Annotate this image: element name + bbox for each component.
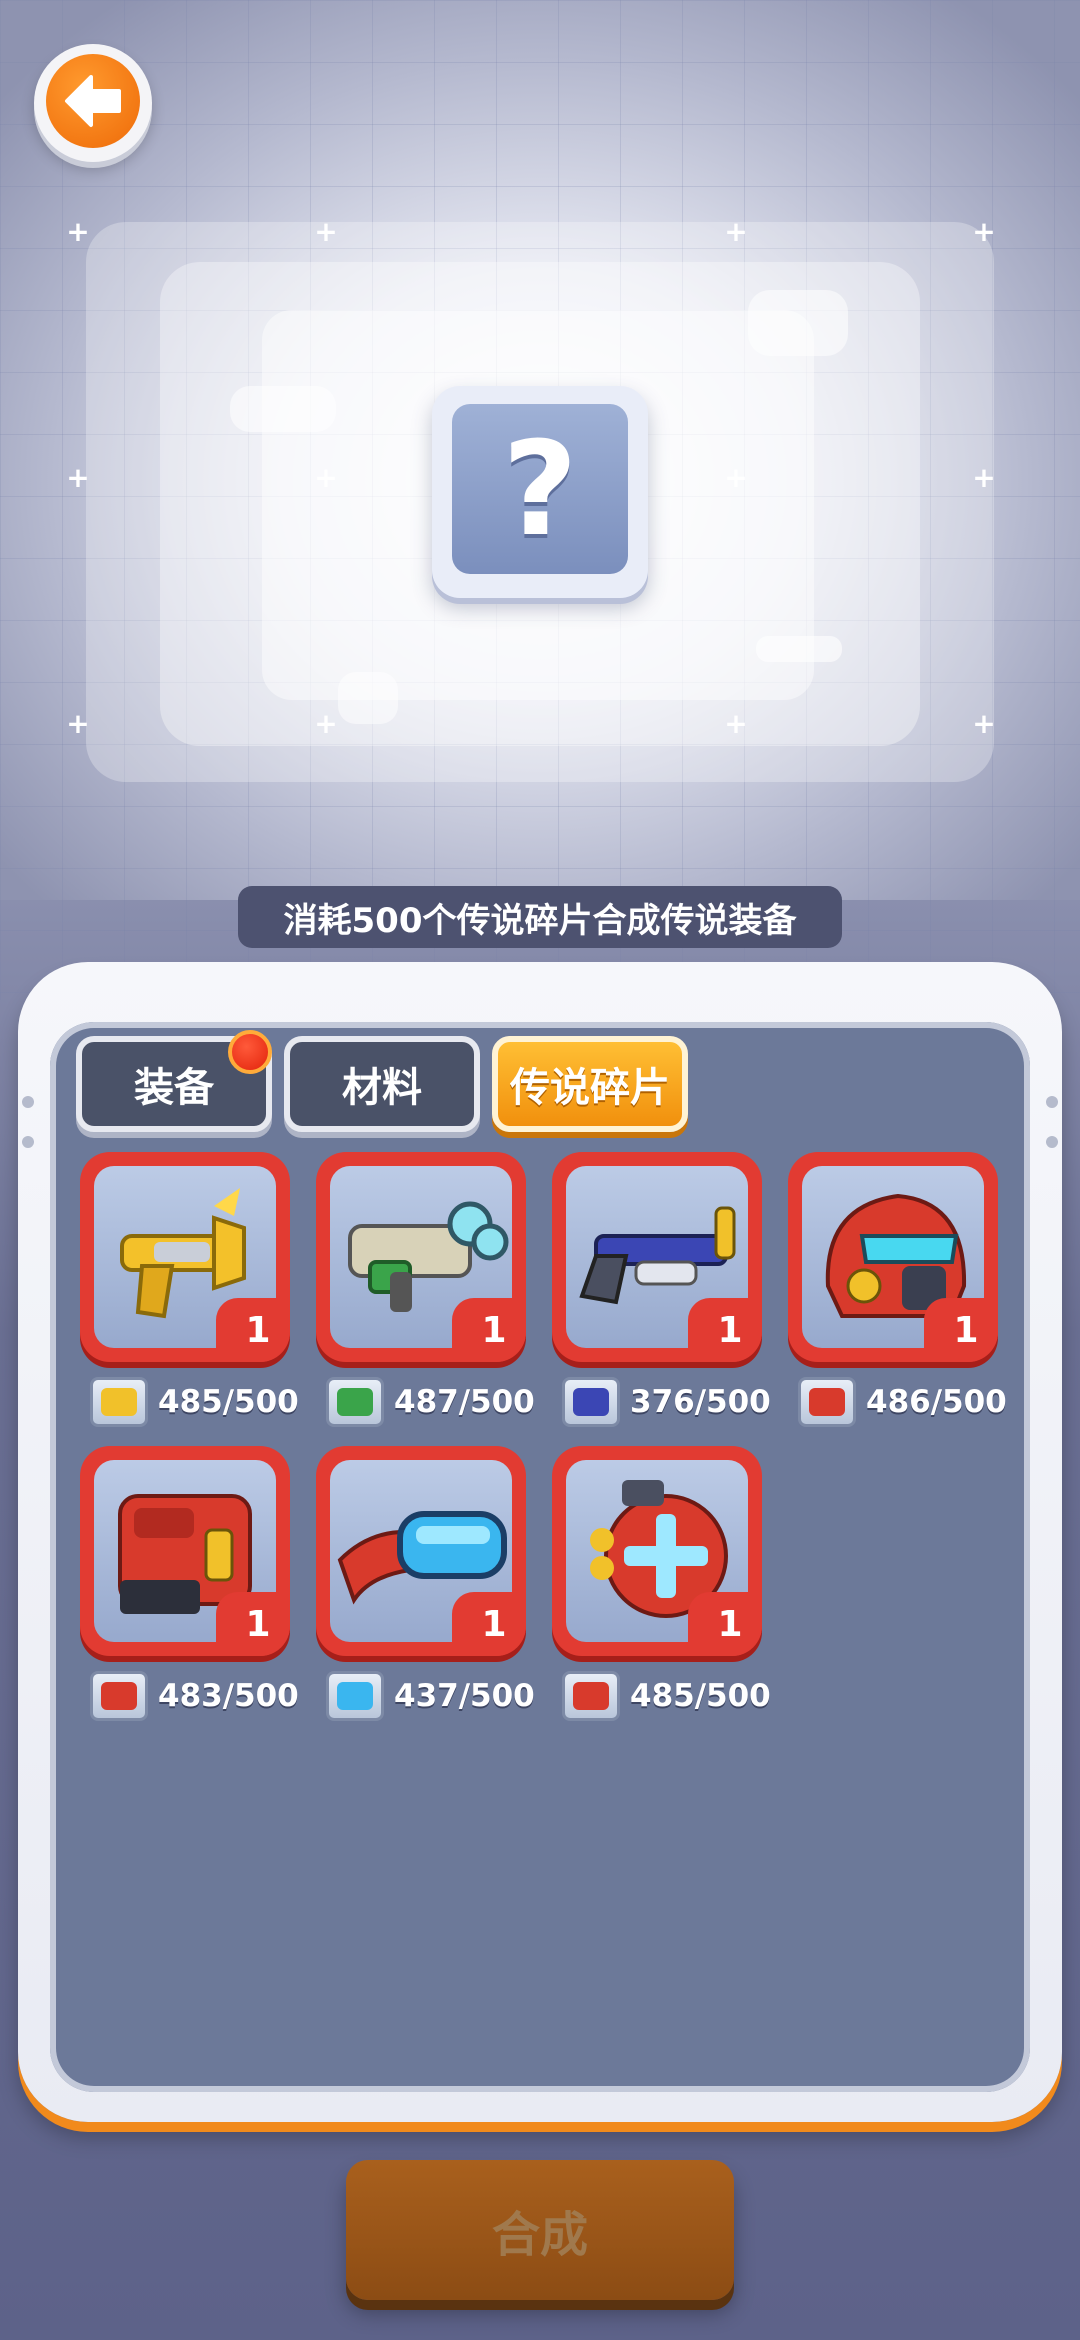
item-count: 1 bbox=[216, 1298, 290, 1362]
notification-dot bbox=[228, 1030, 272, 1074]
deco-pill bbox=[338, 672, 398, 724]
plus-mark: + bbox=[724, 707, 748, 740]
back-button[interactable] bbox=[34, 44, 152, 162]
panel-rivet bbox=[1046, 1136, 1058, 1148]
plus-mark: + bbox=[314, 461, 338, 494]
fragment-icon bbox=[90, 1671, 148, 1721]
fragment-progress: 485/500 bbox=[562, 1668, 771, 1724]
fragment-icon bbox=[326, 1377, 384, 1427]
fragment-progress: 376/500 bbox=[562, 1374, 771, 1430]
fragment-progress: 487/500 bbox=[326, 1374, 535, 1430]
plus-mark: + bbox=[314, 707, 338, 740]
panel-rivet bbox=[22, 1136, 34, 1148]
synthesis-hint: 消耗500个传说碎片合成传说装备 bbox=[238, 886, 842, 948]
plus-mark: + bbox=[724, 461, 748, 494]
fragment-icon bbox=[90, 1377, 148, 1427]
item-slot-red-helmet[interactable]: 1 bbox=[788, 1152, 998, 1362]
tab-legendary-fragments[interactable]: 传说碎片 bbox=[492, 1036, 688, 1132]
item-slot-blue-shotgun[interactable]: 1 bbox=[552, 1152, 762, 1362]
arrow-left-icon bbox=[65, 75, 121, 127]
deco-pill bbox=[756, 636, 842, 662]
item-count: 1 bbox=[924, 1298, 998, 1362]
fragment-progress: 485/500 bbox=[90, 1374, 299, 1430]
fragment-icon bbox=[326, 1671, 384, 1721]
item-count: 1 bbox=[452, 1298, 526, 1362]
fragment-icon bbox=[562, 1671, 620, 1721]
item-count: 1 bbox=[688, 1592, 762, 1656]
plus-mark: + bbox=[972, 215, 996, 248]
fragment-progress: 486/500 bbox=[798, 1374, 1007, 1430]
plus-mark: + bbox=[724, 215, 748, 248]
panel-rivet bbox=[22, 1096, 34, 1108]
plus-mark: + bbox=[972, 461, 996, 494]
item-slot-blue-goggles[interactable]: 1 bbox=[316, 1446, 526, 1656]
plus-mark: + bbox=[314, 215, 338, 248]
plus-mark: + bbox=[66, 461, 90, 494]
item-count: 1 bbox=[688, 1298, 762, 1362]
plus-mark: + bbox=[972, 707, 996, 740]
deco-pill bbox=[230, 386, 336, 432]
item-slot-red-armor[interactable]: 1 bbox=[80, 1446, 290, 1656]
item-count: 1 bbox=[216, 1592, 290, 1656]
plus-mark: + bbox=[66, 215, 90, 248]
synthesize-button[interactable]: 合成 bbox=[346, 2160, 734, 2300]
item-count: 1 bbox=[452, 1592, 526, 1656]
fragment-progress: 437/500 bbox=[326, 1668, 535, 1724]
item-slot-golden-pistol[interactable]: 1 bbox=[80, 1152, 290, 1362]
panel-rivet bbox=[1046, 1096, 1058, 1108]
deco-pill bbox=[748, 290, 848, 356]
item-slot-green-blaster[interactable]: 1 bbox=[316, 1152, 526, 1362]
preview-slot: ? bbox=[432, 386, 648, 598]
tab-materials[interactable]: 材料 bbox=[284, 1036, 480, 1132]
item-slot-red-backpack[interactable]: 1 bbox=[552, 1446, 762, 1656]
fragment-icon bbox=[562, 1377, 620, 1427]
plus-mark: + bbox=[66, 707, 90, 740]
fragment-icon bbox=[798, 1377, 856, 1427]
question-mark-icon: ? bbox=[452, 404, 628, 574]
fragment-progress: 483/500 bbox=[90, 1668, 299, 1724]
